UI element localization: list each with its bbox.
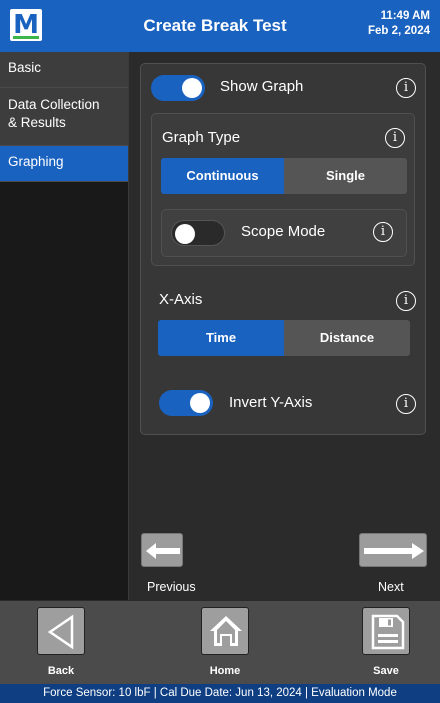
sidebar-item-label: Basic (8, 60, 42, 75)
graph-type-selector: Continuous Single (161, 158, 407, 194)
bottom-toolbar: Back Home Save (0, 600, 440, 684)
next-button[interactable] (359, 533, 427, 567)
graph-type-card: Graph Type i Continuous Single Scope Mod… (151, 113, 415, 266)
info-icon[interactable]: i (396, 78, 416, 98)
sidebar: Basic Data Collection & Results Graphing (0, 52, 128, 600)
sidebar-item-label: Graphing (8, 154, 64, 169)
status-bar: Force Sensor: 10 lbF | Cal Due Date: Jun… (0, 684, 440, 703)
previous-button[interactable] (141, 533, 183, 567)
toggle-knob (190, 393, 210, 413)
page-title: Create Break Test (143, 16, 287, 35)
info-icon[interactable]: i (396, 291, 416, 311)
back-button[interactable] (37, 607, 85, 655)
x-axis-distance-button[interactable]: Distance (284, 320, 410, 356)
info-icon[interactable]: i (385, 128, 405, 148)
info-icon[interactable]: i (373, 222, 393, 242)
next-button-label: Next (378, 580, 404, 594)
graph-type-continuous-button[interactable]: Continuous (161, 158, 284, 194)
save-label: Save (373, 665, 399, 677)
graph-settings-card: Show Graph i Graph Type i Continuous Sin… (140, 63, 426, 435)
back-label: Back (47, 665, 75, 677)
invert-y-axis-label: Invert Y-Axis (229, 394, 313, 411)
arrow-right-icon (364, 543, 424, 559)
sidebar-item-label-line2: & Results (8, 115, 66, 130)
scope-mode-card: Scope Mode i (161, 209, 407, 257)
clock-time: 11:49 AM (380, 10, 430, 22)
clock-date: Feb 2, 2024 (367, 25, 430, 37)
scope-mode-toggle[interactable] (171, 220, 225, 246)
clock: 11:49 AM Feb 2, 2024 (368, 9, 430, 39)
info-icon[interactable]: i (396, 394, 416, 414)
sidebar-item-graphing[interactable]: Graphing (0, 146, 128, 182)
invert-y-axis-toggle[interactable] (159, 390, 213, 416)
save-disk-icon (371, 614, 405, 650)
toggle-knob (182, 78, 202, 98)
scope-mode-label: Scope Mode (241, 223, 326, 240)
save-button[interactable] (362, 607, 410, 655)
home-button[interactable] (201, 607, 249, 655)
back-triangle-icon (47, 614, 74, 650)
home-label: Home (209, 665, 241, 677)
logo: M (10, 9, 42, 41)
previous-button-label: Previous (147, 580, 196, 594)
sidebar-item-label: Data Collection (8, 97, 100, 112)
graph-type-single-button[interactable]: Single (284, 158, 407, 194)
sidebar-item-data-collection[interactable]: Data Collection & Results (0, 88, 128, 146)
graph-type-label: Graph Type (162, 129, 241, 146)
home-icon (210, 616, 242, 646)
show-graph-label: Show Graph (220, 78, 304, 95)
x-axis-selector: Time Distance (158, 320, 410, 356)
main-panel: Show Graph i Graph Type i Continuous Sin… (129, 52, 440, 600)
x-axis-time-button[interactable]: Time (158, 320, 284, 356)
toggle-knob (175, 224, 195, 244)
x-axis-label: X-Axis (159, 291, 203, 308)
arrow-left-icon (146, 543, 180, 559)
show-graph-toggle[interactable] (151, 75, 205, 101)
header-bar: M Create Break Test 11:49 AM Feb 2, 2024 (0, 0, 440, 52)
sidebar-item-basic[interactable]: Basic (0, 52, 128, 88)
logo-underline (13, 36, 39, 39)
